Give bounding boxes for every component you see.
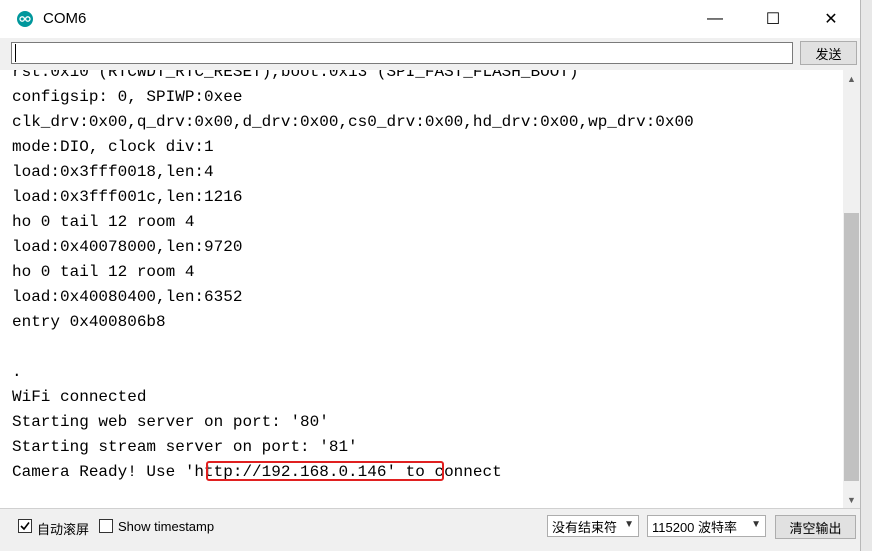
chevron-down-icon: ▼ [624, 519, 634, 530]
autoscroll-label[interactable]: 自动滚屏 [37, 519, 89, 538]
output-line: load:0x40080400,len:6352 [12, 288, 243, 306]
scroll-down-icon[interactable]: ▼ [843, 491, 860, 508]
vertical-scrollbar[interactable]: ▲ ▼ [843, 70, 860, 508]
checkmark-icon [20, 522, 30, 531]
title-bar: COM6 — ☐ ✕ [0, 0, 860, 38]
line-ending-value: 没有结束符 [552, 519, 618, 535]
status-bar: 自动滚屏 Show timestamp 没有结束符 ▼ 115200 波特率 ▼… [0, 508, 860, 551]
send-button[interactable]: 发送 [800, 41, 857, 65]
window-title: COM6 [43, 10, 87, 27]
scrollbar-thumb[interactable] [844, 213, 859, 481]
output-line: mode:DIO, clock div:1 [12, 138, 214, 156]
output-line: ho 0 tail 12 room 4 [12, 213, 195, 231]
maximize-icon: ☐ [765, 11, 781, 28]
output-line: entry 0x400806b8 [12, 313, 166, 331]
ip-address-highlight [206, 461, 444, 481]
serial-monitor-window: COM6 — ☐ ✕ 发送 rst:0x10 (RTCWDT_RTC_RESET… [0, 0, 861, 551]
output-line: WiFi connected [12, 388, 147, 406]
output-line: Starting web server on port: '80' [12, 413, 329, 431]
baud-rate-value: 115200 波特率 [652, 519, 738, 535]
output-line: load:0x3fff0018,len:4 [12, 163, 214, 181]
chevron-down-icon: ▼ [751, 519, 761, 530]
close-button[interactable]: ✕ [802, 0, 860, 38]
send-toolbar: 发送 [0, 38, 860, 70]
output-line: Starting stream server on port: '81' [12, 438, 358, 456]
send-input[interactable] [11, 42, 793, 64]
output-line: . [12, 363, 22, 381]
output-line: ho 0 tail 12 room 4 [12, 263, 195, 281]
timestamp-checkbox[interactable] [99, 519, 113, 533]
baud-rate-select[interactable]: 115200 波特率 ▼ [647, 515, 766, 537]
output-line: configsip: 0, SPIWP:0xee [12, 88, 243, 106]
close-icon: ✕ [824, 11, 838, 28]
scroll-up-icon[interactable]: ▲ [843, 70, 860, 87]
maximize-button[interactable]: ☐ [744, 0, 802, 38]
autoscroll-checkbox[interactable] [18, 519, 32, 533]
minimize-button[interactable]: — [686, 0, 744, 38]
timestamp-label[interactable]: Show timestamp [118, 519, 214, 534]
output-line: rst:0x10 (RTCWDT_RTC_RESET),boot:0x13 (S… [12, 70, 579, 81]
serial-output[interactable]: rst:0x10 (RTCWDT_RTC_RESET),boot:0x13 (S… [0, 70, 843, 508]
output-line: load:0x40078000,len:9720 [12, 238, 243, 256]
line-ending-select[interactable]: 没有结束符 ▼ [547, 515, 639, 537]
output-line: load:0x3fff001c,len:1216 [12, 188, 243, 206]
minimize-icon: — [707, 10, 723, 27]
text-caret [15, 44, 16, 62]
clear-output-button[interactable]: 清空输出 [775, 515, 856, 539]
output-line: clk_drv:0x00,q_drv:0x00,d_drv:0x00,cs0_d… [12, 113, 694, 131]
arduino-icon [17, 11, 33, 27]
